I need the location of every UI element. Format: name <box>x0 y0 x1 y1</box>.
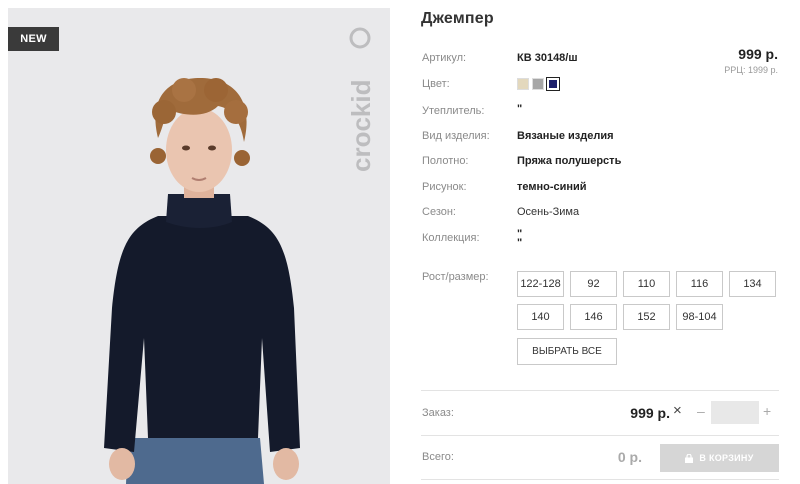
size-option-98-104[interactable]: 98-104 <box>676 304 723 330</box>
size-option-146[interactable]: 146 <box>570 304 617 330</box>
new-badge: NEW <box>8 27 59 51</box>
order-price: 999 р. <box>630 405 670 421</box>
size-label: Рост/размер: <box>422 271 489 283</box>
size-grid: 122-128 92 110 116 134 140 146 152 98-10… <box>517 271 779 330</box>
remove-order-icon[interactable]: × <box>673 402 682 419</box>
size-option-110[interactable]: 110 <box>623 271 670 297</box>
attr-value-season: Осень-Зима <box>517 206 580 218</box>
attr-label-color: Цвет: <box>422 78 450 90</box>
add-to-cart-label: В КОРЗИНУ <box>699 453 754 463</box>
attr-label-product-type: Вид изделия: <box>422 130 490 142</box>
svg-text:crockid: crockid <box>348 80 376 173</box>
attr-label-pattern: Рисунок: <box>422 181 467 193</box>
total-value: 0 р. <box>617 449 642 465</box>
color-swatches <box>517 77 560 91</box>
attr-label-fabric: Полотно: <box>422 155 469 167</box>
attr-value-insulation: " <box>517 103 523 115</box>
product-price: 999 р. <box>738 46 778 62</box>
color-swatch-grey[interactable] <box>532 78 544 90</box>
size-option-140[interactable]: 140 <box>517 304 564 330</box>
attr-label-insulation: Утеплитель: <box>422 105 485 117</box>
decrease-quantity-button[interactable]: – <box>697 403 705 419</box>
quantity-input[interactable] <box>711 401 759 424</box>
increase-quantity-button[interactable]: + <box>763 403 771 419</box>
product-photo[interactable]: NEW crockid <box>8 8 390 484</box>
divider <box>421 390 779 391</box>
divider <box>421 435 779 436</box>
add-to-cart-button[interactable]: В КОРЗИНУ <box>660 444 779 472</box>
size-option-122-128[interactable]: 122-128 <box>517 271 564 297</box>
order-label: Заказ: <box>422 407 454 419</box>
crockid-logo: crockid <box>348 27 376 173</box>
attr-value-article: КВ 30148/ш <box>517 52 578 64</box>
select-all-sizes-button[interactable]: ВЫБРАТЬ ВСЕ <box>517 338 617 365</box>
attr-value-pattern: темно-синий <box>517 181 587 193</box>
size-option-134[interactable]: 134 <box>729 271 776 297</box>
size-option-116[interactable]: 116 <box>676 271 723 297</box>
total-label: Всего: <box>422 451 454 463</box>
attr-value-product-type: Вязаные изделия <box>517 130 614 142</box>
size-option-92[interactable]: 92 <box>570 271 617 297</box>
attr-value-fabric: Пряжа полушерсть <box>517 155 622 167</box>
attr-label-article: Артикул: <box>422 52 467 64</box>
attr-label-season: Сезон: <box>422 206 456 218</box>
color-swatch-beige[interactable] <box>517 78 529 90</box>
size-option-152[interactable]: 152 <box>623 304 670 330</box>
color-swatch-navy[interactable] <box>546 77 560 91</box>
lock-icon <box>685 453 694 463</box>
attr-value-collection: " " <box>517 228 523 249</box>
divider <box>421 479 779 480</box>
attr-label-collection: Коллекция: <box>422 232 480 244</box>
product-title: Джемпер <box>421 10 494 27</box>
recommended-retail-price: РРЦ: 1999 р. <box>724 65 778 75</box>
product-image <box>104 78 300 484</box>
